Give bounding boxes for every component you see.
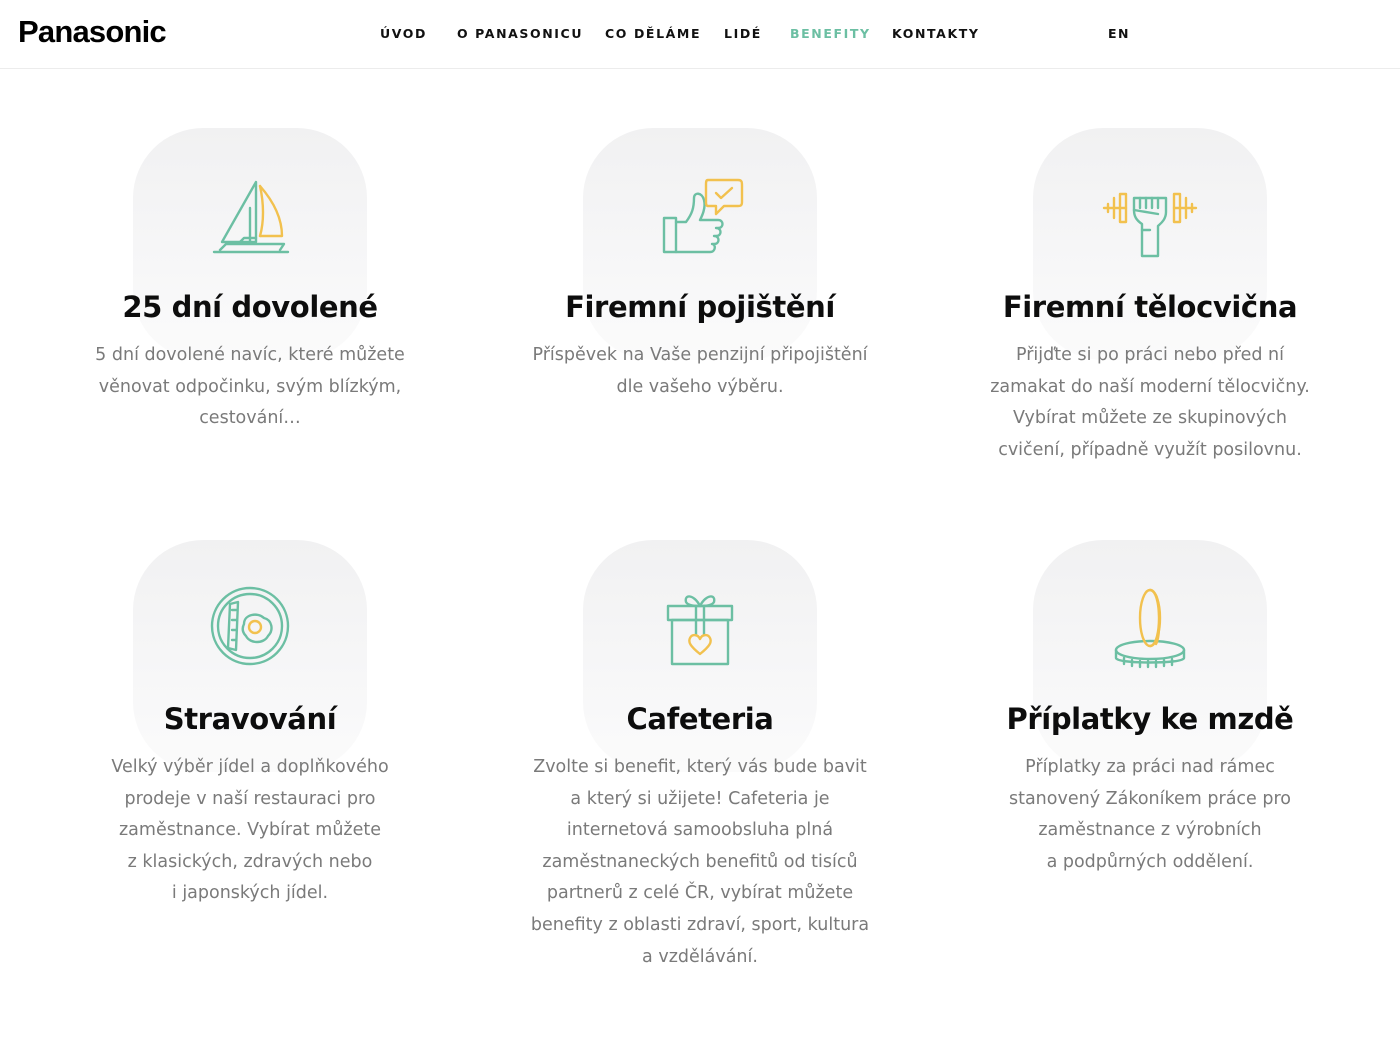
- nav-item-co-delame[interactable]: CO DĚLÁME: [605, 26, 701, 42]
- language-switch[interactable]: EN: [1108, 26, 1130, 42]
- description-line: Přijďte si po práci nebo před ní: [1015, 345, 1284, 365]
- nav-item-benefity[interactable]: BENEFITY: [790, 26, 871, 42]
- description-line: cestování…: [199, 408, 301, 429]
- description-line: cvičení, případně využít posilovnu.: [998, 439, 1302, 460]
- description-line: prodeje v naší restauraci pro: [124, 788, 376, 809]
- benefit-title: Firemní pojištění: [565, 290, 835, 324]
- nav-item-kontakty[interactable]: KONTAKTY: [892, 26, 980, 42]
- description-line: partnerů z celé ČR, vybírat můžete: [546, 883, 854, 904]
- description-line: dle vašeho výběru.: [616, 376, 784, 397]
- sailboat-icon: [212, 180, 290, 254]
- gift-box-icon: [666, 595, 734, 666]
- dumbbell-icon: [1102, 192, 1198, 258]
- description-line: internetová samoobsluha plná: [566, 820, 834, 841]
- description-line: věnovat odpočinku, svým blízkým,: [98, 376, 402, 397]
- description-line: i japonských jídel.: [171, 883, 329, 904]
- description-line: Příspěvek na Vaše penzijní připojištění: [532, 345, 868, 365]
- description-line: zaměstnance z výrobních: [1038, 820, 1262, 841]
- description-line: Velký výběr jídel a doplňkového: [111, 757, 389, 777]
- description-line: z klasických, zdravých nebo: [127, 851, 373, 872]
- benefit-title: Stravování: [163, 702, 337, 736]
- description-line: Vybírat můžete ze skupinových: [1013, 408, 1287, 429]
- description-line: 5 dní dovolené navíc, které můžete: [95, 345, 405, 365]
- description-line: zaměstnance. Vybírat můžete: [118, 820, 381, 841]
- description-line: Zvolte si benefit, který vás bude bavit: [533, 757, 867, 777]
- benefit-description: Příspěvek na Vaše penzijní připojištění …: [520, 340, 880, 403]
- benefit-title: 25 dní dovolené: [122, 290, 378, 324]
- benefit-description: Příplatky za práci nad rámec stanovený Z…: [990, 752, 1310, 878]
- description-line: Příplatky za práci nad rámec: [1025, 757, 1275, 777]
- description-line: zamakat do naší moderní tělocvičny.: [990, 376, 1310, 397]
- benefit-title: Cafeteria: [626, 702, 774, 736]
- coin-stack-icon: [1114, 588, 1186, 669]
- benefit-description: Velký výběr jídel a doplňkového prodeje …: [90, 752, 410, 910]
- nav-item-lide[interactable]: LIDÉ: [724, 26, 762, 42]
- breakfast-plate-icon: [210, 586, 290, 666]
- description-line: a který si užijete! Cafeteria je: [570, 788, 830, 809]
- benefit-description: Zvolte si benefit, který vás bude bavit …: [525, 752, 875, 973]
- description-line: a vzdělávání.: [642, 946, 758, 967]
- nav-item-uvod[interactable]: ÚVOD: [380, 26, 427, 42]
- description-line: stanovený Zákoníkem práce pro: [1008, 788, 1291, 809]
- benefit-title: Příplatky ke mzdě: [1006, 702, 1294, 736]
- description-line: a podpůrných oddělení.: [1046, 851, 1254, 872]
- nav-item-o-panasonicu[interactable]: O PANASONICU: [457, 26, 583, 42]
- thumbs-up-icon: [662, 178, 744, 254]
- description-line: zaměstnaneckých benefitů od tisíců: [542, 851, 858, 872]
- main-nav: ÚVOD O PANASONICU CO DĚLÁME LIDÉ BENEFIT…: [0, 26, 1400, 42]
- benefit-title: Firemní tělocvična: [1002, 290, 1298, 324]
- site-header: Panasonic ÚVOD O PANASONICU CO DĚLÁME LI…: [0, 0, 1400, 69]
- benefit-description: 5 dní dovolené navíc, které můžete věnov…: [90, 340, 410, 435]
- description-line: benefity z oblasti zdraví, sport, kultur…: [530, 914, 870, 935]
- benefit-description: Přijďte si po práci nebo před ní zamakat…: [975, 340, 1325, 466]
